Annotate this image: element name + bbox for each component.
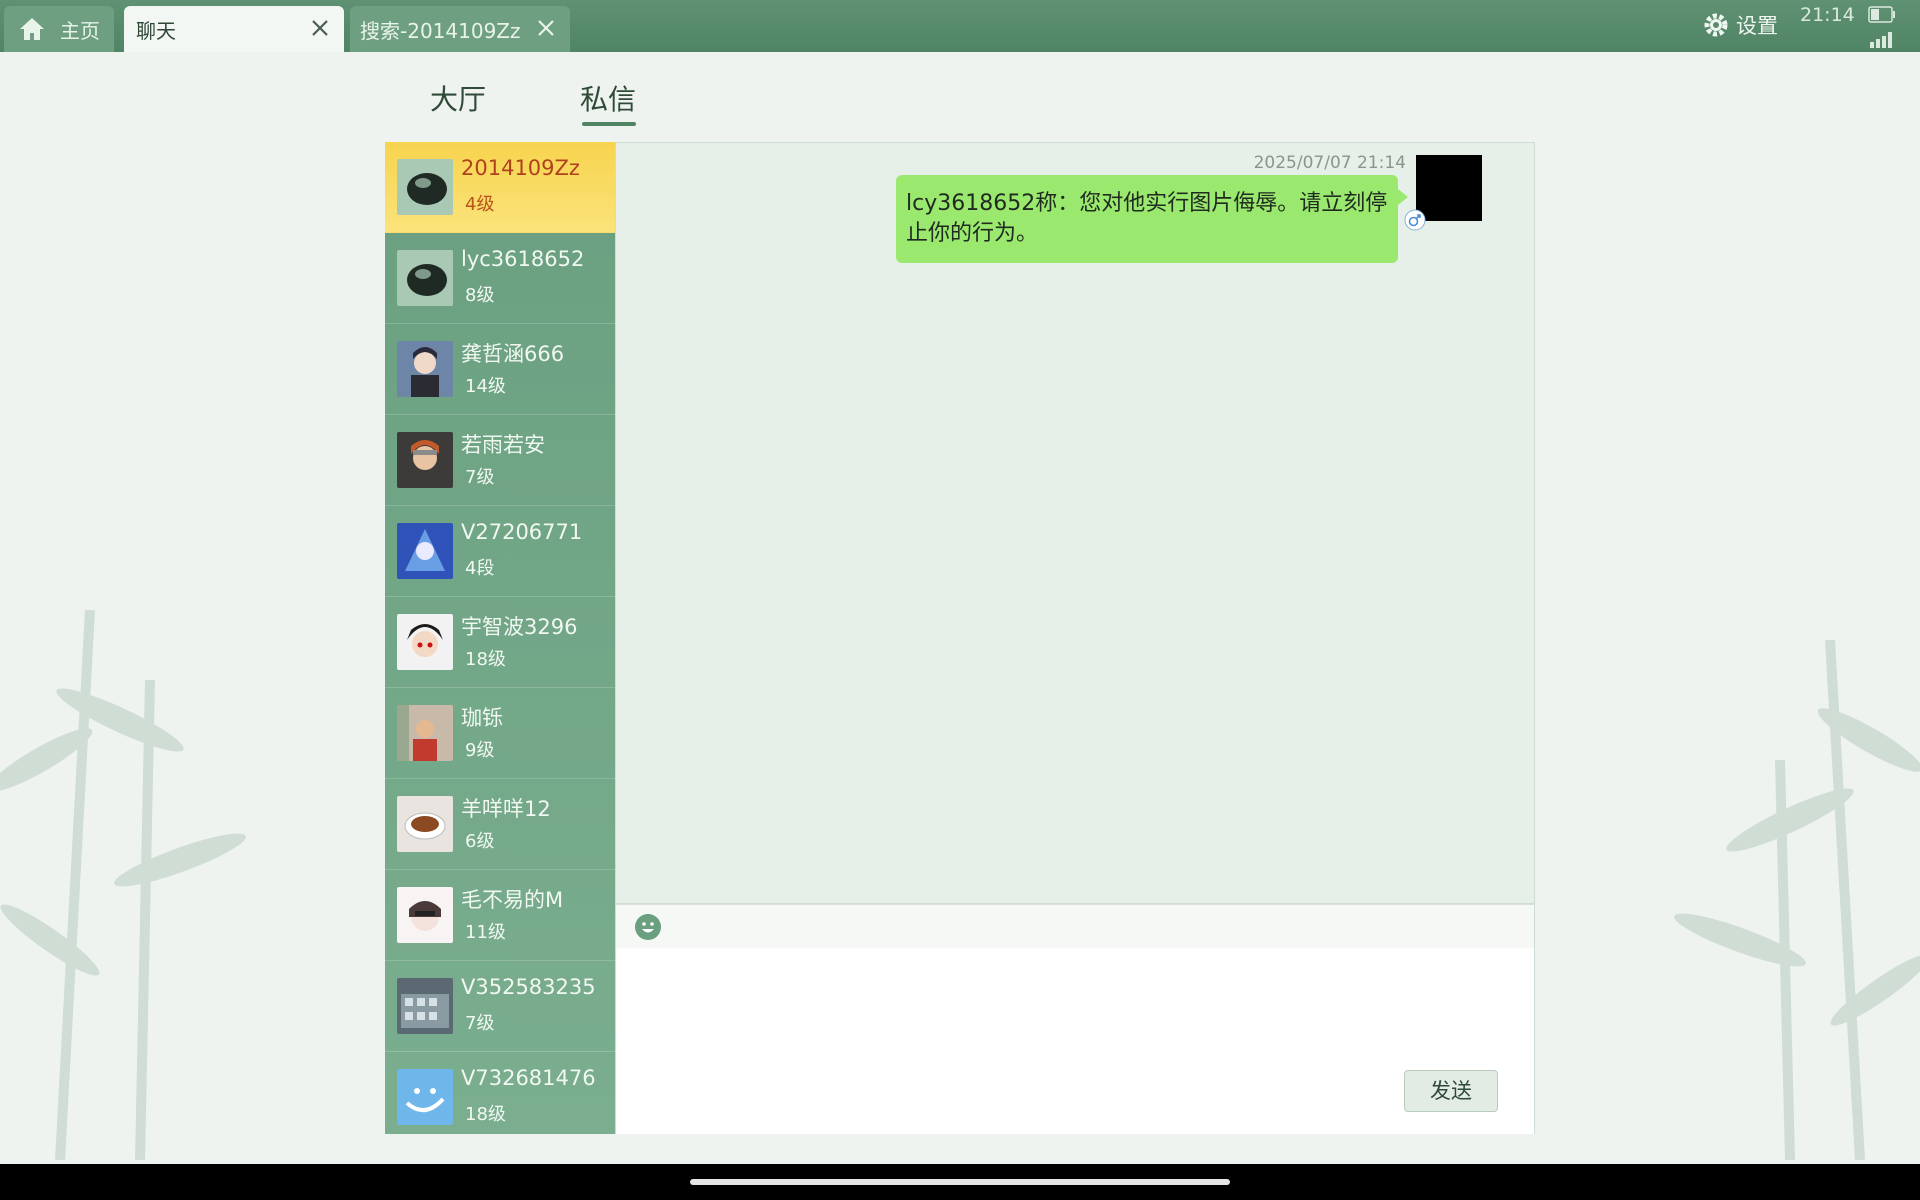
subtab-active-indicator <box>582 122 636 126</box>
contact-name: 珈铄 <box>461 706 503 730</box>
contact-name: 龚哲涵666 <box>461 342 565 366</box>
contact-level: 18级 <box>465 1104 506 1125</box>
contact-item[interactable]: V732681476 18级 <box>385 1052 615 1134</box>
tab-search[interactable]: 搜索-2014109Zz <box>350 6 570 52</box>
avatar <box>397 614 453 670</box>
contact-item[interactable]: 珈铄 9级 <box>385 688 615 779</box>
message-timestamp: 2025/07/07 21:14 <box>1253 153 1406 173</box>
avatar <box>397 250 453 306</box>
close-icon[interactable] <box>308 16 332 40</box>
settings-label: 设置 <box>1736 14 1778 38</box>
signal-icon <box>1870 32 1892 48</box>
contact-name: 宇智波3296 <box>461 615 578 639</box>
contact-name: lyc3618652 <box>461 247 585 271</box>
contact-item[interactable]: 龚哲涵666 14级 <box>385 324 615 415</box>
home-icon <box>20 18 44 40</box>
contact-level: 4级 <box>465 194 495 215</box>
composer-toolbar <box>615 904 1535 948</box>
subtab-hall[interactable]: 大厅 <box>430 78 486 118</box>
gear-icon <box>1704 13 1728 37</box>
contact-item[interactable]: 毛不易的M 11级 <box>385 870 615 961</box>
tab-home-label: 主页 <box>60 18 100 43</box>
message-bubble: lcy3618652称：您对他实行图片侮辱。请立刻停止你的行为。 <box>896 175 1408 263</box>
avatar <box>397 1069 453 1125</box>
contact-level: 7级 <box>465 1013 495 1034</box>
avatar <box>397 796 453 852</box>
contact-name: 2014109Zz <box>461 156 580 180</box>
tab-search-label: 搜索-2014109Zz <box>360 18 521 43</box>
bamboo-decoration-left <box>0 609 246 1160</box>
avatar <box>397 341 453 397</box>
contact-name: 羊咩咩12 <box>461 797 551 821</box>
close-icon[interactable] <box>534 16 558 40</box>
contact-level: 11级 <box>465 922 506 943</box>
contact-level: 7级 <box>465 467 495 488</box>
tab-chat-label: 聊天 <box>136 18 176 43</box>
contact-item[interactable]: 羊咩咩12 6级 <box>385 779 615 870</box>
contact-item[interactable]: 2014109Zz 4级 <box>385 142 615 233</box>
contact-level: 6级 <box>465 831 495 852</box>
tab-chat[interactable]: 聊天 <box>124 6 344 52</box>
avatar <box>397 705 453 761</box>
contact-name: V732681476 <box>461 1066 596 1090</box>
top-bar: 主页 聊天 搜索-2014109Zz 设置 21:14 <box>0 0 1920 52</box>
contact-item[interactable]: V352583235 7级 <box>385 961 615 1052</box>
avatar <box>397 432 453 488</box>
contact-list[interactable]: 2014109Zz 4级 lyc3618652 8级 龚哲涵666 14级 若雨… <box>385 142 615 1134</box>
contact-name: V352583235 <box>461 975 596 999</box>
contact-level: 9级 <box>465 740 495 761</box>
contact-name: V27206771 <box>461 520 583 544</box>
bamboo-decoration-right <box>1674 639 1920 1160</box>
avatar <box>397 523 453 579</box>
send-button[interactable]: 发送 <box>1404 1070 1498 1112</box>
contact-item[interactable]: lyc3618652 8级 <box>385 233 615 324</box>
avatar <box>397 887 453 943</box>
avatar <box>397 978 453 1034</box>
tab-home[interactable]: 主页 <box>4 6 114 52</box>
contact-level: 18级 <box>465 649 506 670</box>
contact-level: 4段 <box>465 558 495 579</box>
male-icon <box>1404 209 1426 231</box>
contact-level: 8级 <box>465 285 495 306</box>
emoji-icon[interactable] <box>634 913 662 941</box>
chat-messages-panel: 2025/07/07 21:14 lcy3618652称：您对他实行图片侮辱。请… <box>615 142 1535 904</box>
home-indicator[interactable] <box>690 1179 1230 1185</box>
settings-button[interactable]: 设置 <box>1702 10 1778 40</box>
battery-icon <box>1868 6 1895 23</box>
contact-name: 若雨若安 <box>461 433 545 457</box>
contact-item[interactable]: V27206771 4段 <box>385 506 615 597</box>
contact-item[interactable]: 宇智波3296 18级 <box>385 597 615 688</box>
avatar <box>397 159 453 215</box>
subtab-private[interactable]: 私信 <box>580 78 636 118</box>
contact-name: 毛不易的M <box>461 888 564 912</box>
message-input[interactable]: 发送 <box>615 948 1535 1134</box>
contact-item[interactable]: 若雨若安 7级 <box>385 415 615 506</box>
status-time: 21:14 <box>1800 4 1855 26</box>
system-navigation-bar <box>0 1164 1920 1200</box>
contact-level: 14级 <box>465 376 506 397</box>
